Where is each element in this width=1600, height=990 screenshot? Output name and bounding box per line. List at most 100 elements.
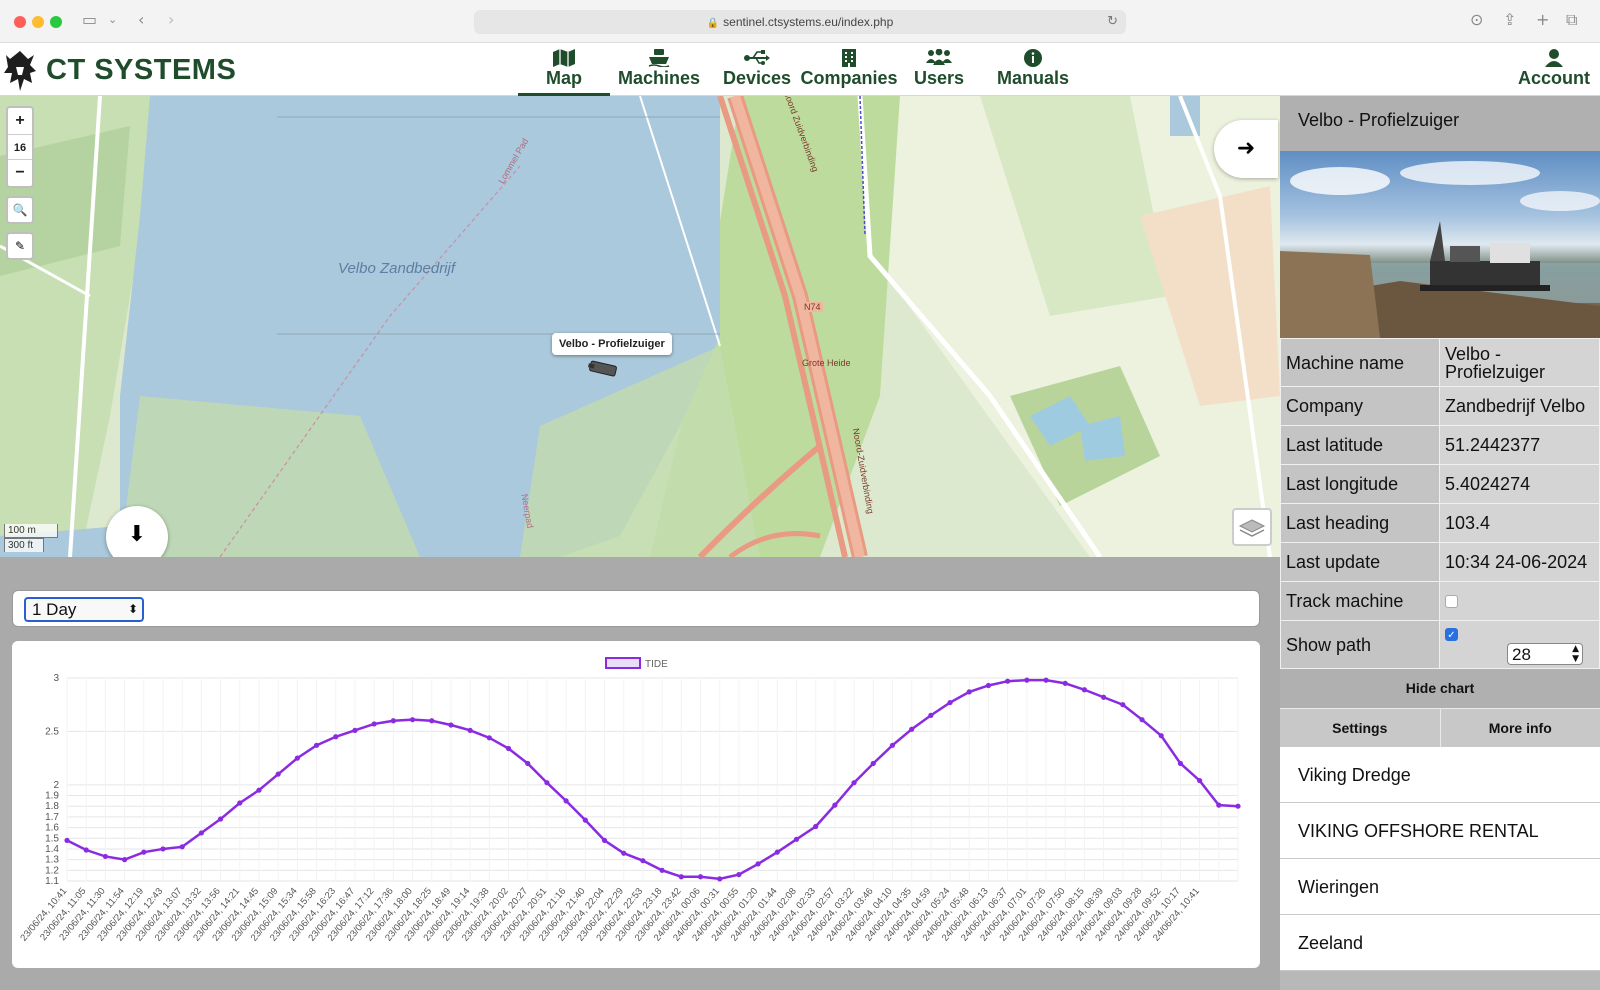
info-icon (992, 43, 1074, 67)
list-item[interactable]: Wieringen (1280, 859, 1600, 915)
tide-data-point (1005, 678, 1011, 684)
tide-data-point (1177, 760, 1184, 767)
close-window-button[interactable] (14, 16, 26, 28)
tide-data-point (1062, 680, 1068, 686)
y-tick-label: 1.4 (45, 844, 59, 855)
lock-icon: 🔒 (706, 18, 720, 29)
nav-users[interactable]: Users (908, 43, 970, 96)
chevron-down-icon[interactable]: ⌄ (108, 13, 117, 26)
tide-data-point (1197, 777, 1203, 784)
tide-data-point (179, 844, 185, 850)
machine-marker-icon[interactable] (588, 360, 622, 378)
users-icon (908, 43, 970, 67)
machine-list: Viking Dredge VIKING OFFSHORE RENTAL Wie… (1280, 747, 1600, 971)
list-item[interactable]: Viking Dredge (1280, 747, 1600, 803)
tide-data-point (313, 742, 320, 748)
arrow-right-icon[interactable]: ➜ (1214, 120, 1278, 178)
tide-data-point (621, 850, 627, 856)
pencil-icon[interactable]: ✎ (6, 232, 34, 260)
sidebar-toggle-icon[interactable]: ▭ (82, 10, 97, 29)
tide-data-point (486, 735, 492, 741)
tide-data-point (966, 689, 972, 695)
tide-data-point (390, 718, 396, 724)
tide-data-point (1139, 717, 1145, 723)
viking-logo-icon (4, 51, 36, 91)
tide-data-point (371, 721, 377, 727)
minimize-window-button[interactable] (32, 16, 44, 28)
marker-tooltip: Velbo - Profielzuiger (552, 333, 672, 355)
tide-data-point (198, 830, 204, 836)
reload-icon[interactable]: ↻ (1107, 10, 1118, 34)
tide-chart-svg: TIDE1.11.21.31.41.51.61.71.81.922.5323/0… (18, 657, 1241, 944)
company-value: Zandbedrijf Velbo (1439, 386, 1600, 426)
zoom-in-button[interactable]: + (8, 108, 32, 134)
map-scale: 100 m 300 ft (4, 524, 58, 552)
tide-data-point (102, 853, 108, 860)
machine-photo (1280, 151, 1600, 338)
longitude-label: Last longitude (1280, 464, 1440, 504)
tide-data-point (237, 800, 243, 806)
address-bar[interactable]: 🔒 sentinel.ctsystems.eu/index.php ↻ (474, 10, 1126, 34)
tide-data-point (83, 847, 89, 853)
tab-overview-icon[interactable]: ⧉ (1566, 10, 1577, 30)
lake-label: Velbo Zandbedrijf (338, 260, 456, 277)
nav-companies[interactable]: Companies (798, 43, 900, 96)
tide-data-point (889, 742, 896, 748)
new-tab-icon[interactable]: + (1536, 10, 1549, 29)
building-icon (798, 43, 900, 67)
app-header: CT SYSTEMS Map Machines Devices Companie… (0, 43, 1600, 96)
time-range-select[interactable]: 1 Day ⬍ (24, 597, 144, 622)
tide-data-point (659, 867, 665, 873)
y-tick-label: 1.9 (45, 791, 59, 802)
tide-data-point (736, 871, 742, 878)
nav-devices[interactable]: Devices (714, 43, 800, 96)
y-tick-label: 1.3 (45, 855, 59, 866)
y-tick-label: 1.2 (45, 865, 59, 876)
tide-data-point (1235, 803, 1241, 809)
back-icon[interactable]: ‹ (138, 10, 144, 29)
stepper-icon[interactable]: ▲ ▼ (1572, 644, 1579, 664)
user-icon (1512, 43, 1596, 67)
share-icon[interactable]: ⇪ (1503, 10, 1516, 29)
forward-icon[interactable]: › (168, 10, 174, 29)
tide-data-point (275, 771, 281, 777)
browser-toolbar: ▭ ⌄ ‹ › 🔒 sentinel.ctsystems.eu/index.php… (0, 0, 1600, 43)
tide-data-point (601, 837, 608, 843)
nav-account[interactable]: Account (1512, 43, 1596, 96)
tide-chart: TIDE 1.1 1.2 1.3 1.4 1.5 1.6 1.7 1.8 1.9 2 2.5 3 23/0… (12, 641, 1260, 968)
tide-data-point (121, 857, 128, 863)
track-machine-checkbox[interactable] (1445, 595, 1458, 609)
settings-tab[interactable]: Settings (1280, 709, 1440, 747)
legend-label: TIDE (645, 659, 668, 670)
more-info-tab[interactable]: More info (1439, 709, 1600, 747)
time-range-value: 1 Day (32, 600, 77, 619)
ship-icon (612, 43, 706, 68)
area-label: Grote Heide (802, 358, 851, 368)
y-tick-label: 2.5 (45, 726, 59, 737)
zoom-control: + 16 − (6, 106, 34, 188)
tide-data-point (1024, 677, 1030, 683)
show-path-label: Show path (1280, 620, 1440, 669)
zoom-out-button[interactable]: − (8, 160, 32, 186)
path-count-input[interactable]: 28 ▲ ▼ (1507, 642, 1583, 665)
list-item[interactable]: VIKING OFFSHORE RENTAL (1280, 803, 1600, 859)
tide-data-point (448, 722, 454, 728)
nav-manuals[interactable]: Manuals (992, 43, 1074, 96)
map-icon (518, 43, 610, 67)
layers-icon[interactable] (1232, 508, 1272, 546)
nav-map[interactable]: Map (518, 43, 610, 96)
hide-chart-button[interactable]: Hide chart (1280, 669, 1600, 708)
maximize-window-button[interactable] (50, 16, 62, 28)
tide-data-point (985, 682, 992, 689)
panel-title: Velbo - Profielzuiger (1280, 96, 1600, 151)
download-icon[interactable]: ⊙ (1470, 10, 1483, 29)
list-item[interactable]: Zeeland (1280, 915, 1600, 971)
map-view[interactable]: Velbo Zandbedrijf Noord Zuidverbinding N… (0, 96, 1280, 557)
heading-value: 103.4 (1439, 503, 1600, 543)
tide-data-point (563, 798, 569, 804)
scale-metric: 100 m (4, 524, 58, 538)
nav-machines[interactable]: Machines (612, 43, 706, 96)
zoom-box-icon[interactable]: 🔍 (6, 196, 34, 224)
tide-data-point (755, 861, 761, 867)
show-path-checkbox[interactable]: ✓ (1445, 628, 1458, 642)
